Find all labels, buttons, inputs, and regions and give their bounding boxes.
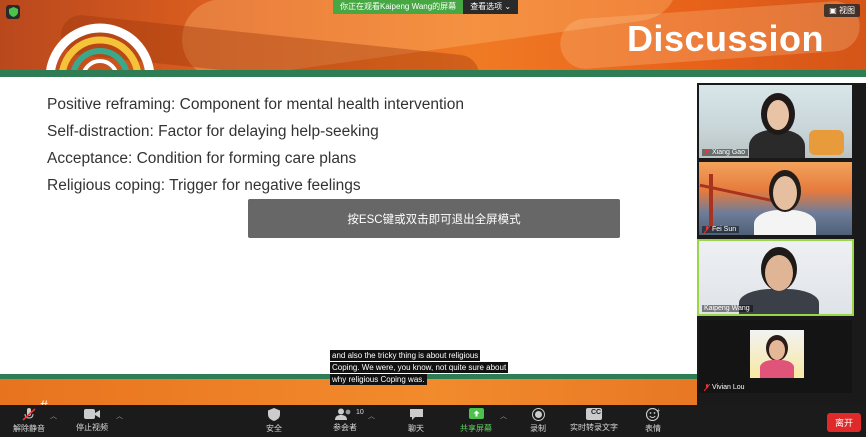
- live-caption-line: Coping. We were, you know, not quite sur…: [330, 362, 509, 373]
- slide-footer-text: #: [40, 397, 48, 405]
- participants-button[interactable]: 参会者: [333, 408, 357, 433]
- record-button[interactable]: 录制: [530, 408, 546, 434]
- video-tile[interactable]: Xiang Gao: [699, 85, 852, 158]
- svg-text:+: +: [657, 408, 661, 414]
- participant-count: 10: [356, 409, 364, 416]
- record-icon: [531, 408, 545, 421]
- meeting-toolbar: 解除静音 ︿ 停止视频 ︿ 安全 参会者 10 ︿ 聊天 共享屏幕 ︿ 录制 C…: [0, 405, 866, 437]
- slide-bullet: Acceptance: Condition for forming care p…: [47, 150, 357, 167]
- video-camera-icon: [84, 409, 100, 419]
- logo-arcs-icon: [45, 23, 155, 75]
- toast-text: 按ESC键或双击即可退出全屏模式: [347, 213, 521, 226]
- slide-bullet-list: Positive reframing: Component for mental…: [47, 95, 464, 203]
- participant-avatar: [750, 330, 804, 378]
- participant-name-label: Kaipeng Wang: [702, 305, 753, 312]
- video-tile[interactable]: Fei Sun: [699, 162, 852, 235]
- share-screen-icon: [468, 408, 484, 419]
- view-options-button[interactable]: 查看选项 ⌄: [463, 0, 519, 14]
- video-options-caret[interactable]: ︿: [116, 411, 123, 421]
- slide-header-divider: [0, 70, 866, 77]
- reactions-button[interactable]: + 表情: [645, 408, 661, 434]
- slide-title: Discussion: [626, 18, 824, 59]
- sharing-message: 你正在观看Kaipeng Wang的屏幕: [333, 0, 464, 14]
- view-button[interactable]: ▣ 视图: [824, 4, 860, 17]
- unmute-button[interactable]: 解除静音: [13, 408, 45, 434]
- video-tile[interactable]: Vivian Lou: [699, 320, 852, 393]
- share-options-caret[interactable]: ︿: [500, 411, 507, 421]
- chat-button[interactable]: 聊天: [408, 408, 424, 434]
- live-caption-line: and also the tricky thing is about relig…: [330, 350, 481, 361]
- live-caption-line: why religious Coping was.: [330, 374, 427, 385]
- slide-bullet: Self-distraction: Factor for delaying he…: [47, 123, 379, 140]
- participant-name-label: Fei Sun: [702, 226, 740, 233]
- share-screen-button[interactable]: 共享屏幕: [460, 408, 492, 434]
- smiley-icon: +: [646, 408, 660, 421]
- slide-bullet: Positive reframing: Component for mental…: [47, 96, 464, 113]
- participant-name-label: Vivian Lou: [702, 384, 748, 391]
- chat-bubble-icon: [409, 409, 423, 420]
- participant-name-label: Xiang Gao: [702, 149, 749, 156]
- shield-icon: [268, 408, 280, 421]
- audio-options-caret[interactable]: ︿: [50, 411, 57, 421]
- mic-muted-icon: [704, 384, 710, 391]
- mic-muted-icon: [704, 226, 710, 233]
- security-button[interactable]: 安全: [266, 408, 282, 434]
- video-tile-active-speaker[interactable]: Kaipeng Wang: [697, 239, 854, 316]
- leave-meeting-button[interactable]: 离开: [826, 413, 861, 432]
- stop-video-button[interactable]: 停止视频: [76, 408, 108, 433]
- participant-video-panel: Xiang Gao Fei Sun Kaipeng Wang Vivian Lo: [697, 83, 866, 405]
- participants-icon: [335, 408, 351, 420]
- encryption-shield-icon[interactable]: [6, 5, 20, 19]
- live-transcript-button[interactable]: CC 实时转录文字: [570, 408, 618, 433]
- screen-share-banner: 你正在观看Kaipeng Wang的屏幕 查看选项 ⌄: [333, 0, 519, 14]
- fullscreen-exit-toast: 按ESC键或双击即可退出全屏模式: [248, 199, 620, 238]
- participants-options-caret[interactable]: ︿: [368, 411, 375, 421]
- mic-muted-icon: [704, 149, 710, 156]
- mic-muted-icon: [22, 408, 36, 421]
